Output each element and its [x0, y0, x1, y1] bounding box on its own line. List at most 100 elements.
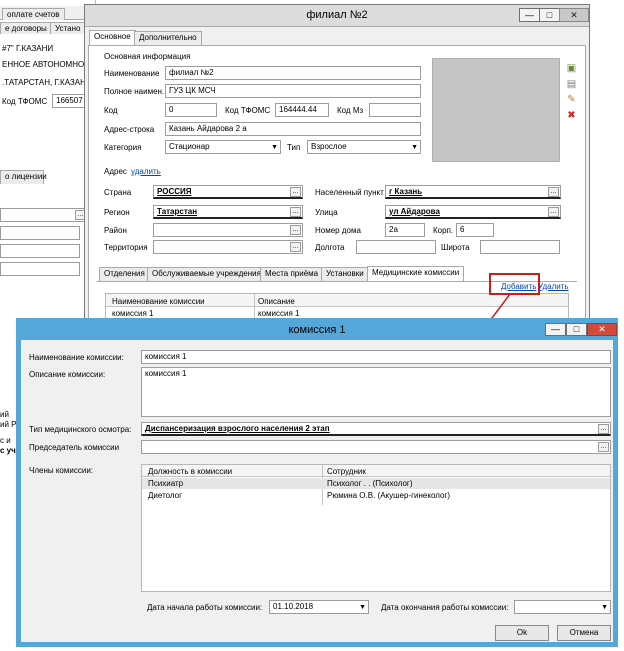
street-field[interactable]: ул Айдарова… [385, 205, 561, 219]
latitude-label: Широта [441, 243, 470, 252]
photo-delete-icon[interactable]: ✖ [566, 110, 577, 121]
longitude-field[interactable] [356, 240, 436, 254]
delete-commission-link[interactable]: Удалить [538, 282, 569, 291]
name-label: Наименование [104, 69, 160, 78]
exam-type-field[interactable]: Диспансеризация взрослого населения 2 эт… [141, 422, 611, 436]
ellipsis-icon[interactable]: … [290, 207, 301, 217]
ellipsis-icon[interactable]: … [290, 187, 301, 197]
chair-field[interactable]: … [141, 440, 611, 454]
ok-button[interactable]: Ok [495, 625, 549, 641]
maximize-button[interactable]: □ [566, 323, 587, 336]
grid-col-name[interactable]: Наименование комиссии [112, 297, 205, 306]
code-field[interactable]: 0 [165, 103, 217, 117]
district-label: Район [104, 226, 127, 235]
bg-field-3[interactable] [0, 244, 80, 258]
photo-save-icon[interactable]: ▤ [566, 79, 577, 90]
bg-field-1[interactable]: … [0, 208, 88, 222]
members-col-employee[interactable]: Сотрудник [327, 467, 366, 476]
bg-license-tab[interactable]: о лицензии [0, 170, 47, 184]
latitude-field[interactable] [480, 240, 560, 254]
chevron-down-icon: ▼ [271, 144, 278, 151]
table-row[interactable]: Диетолог Рюмина О.В. (Акушер-гинеколог) [142, 490, 610, 501]
bg-tab-contracts[interactable]: е договоры [0, 22, 52, 34]
country-label: Страна [104, 188, 132, 197]
street-label: Улица [315, 208, 338, 217]
bg-fragment-2: ий Р [0, 420, 17, 429]
commission-name-field[interactable]: комиссия 1 [141, 350, 611, 364]
tfoms-label: Код ТФОМС [225, 106, 271, 115]
branch-titlebar[interactable]: филиал №2 — □ ✕ [85, 5, 589, 27]
bg-tab-payments[interactable]: оплате счетов [2, 8, 65, 20]
end-date-field[interactable]: ▼ [514, 600, 611, 614]
house-field[interactable]: 2а [385, 223, 425, 237]
cancel-button[interactable]: Отмена [557, 625, 611, 641]
dialog-titlebar[interactable]: комиссия 1 — □ ✕ [21, 323, 617, 340]
ellipsis-icon[interactable]: … [548, 207, 559, 217]
korp-label: Корп. [433, 226, 454, 235]
fullname-field[interactable]: ГУЗ ЦК МСЧ [165, 84, 421, 98]
ellipsis-icon[interactable]: … [598, 442, 609, 452]
start-date-field[interactable]: 01.10.2018 ▼ [269, 600, 369, 614]
commission-desc-field[interactable]: комиссия 1 [141, 367, 611, 417]
ellipsis-icon[interactable]: … [290, 242, 301, 252]
tab-main[interactable]: Основное [89, 30, 136, 45]
start-date-label: Дата начала работы комиссии: [147, 603, 263, 612]
subtab-served-institutions[interactable]: Обслуживаемые учреждения [147, 267, 266, 281]
category-select[interactable]: Стационар ▼ [165, 140, 281, 154]
address-delete-link[interactable]: удалить [131, 167, 161, 176]
address-label: Адрес [104, 167, 127, 176]
calendar-dropdown-icon[interactable]: ▼ [601, 604, 608, 611]
korp-field[interactable]: 6 [456, 223, 494, 237]
bg-field-2[interactable] [0, 226, 80, 240]
ellipsis-icon[interactable]: … [290, 225, 301, 235]
tfoms-field[interactable]: 164444.44 [275, 103, 329, 117]
mz-field[interactable] [369, 103, 421, 117]
name-field[interactable]: филиал №2 [165, 66, 421, 80]
subtab-installations[interactable]: Установки [321, 267, 369, 281]
close-button[interactable]: ✕ [559, 8, 589, 22]
members-label: Члены комиссии: [29, 466, 94, 475]
photo-box[interactable] [432, 58, 560, 162]
photo-edit-icon[interactable]: ✎ [566, 94, 577, 105]
close-button[interactable]: ✕ [587, 323, 617, 336]
bg-line-3: .ТАТАРСТАН, Г.КАЗАН [2, 78, 86, 87]
calendar-dropdown-icon[interactable]: ▼ [359, 604, 366, 611]
branch-title: филиал №2 [306, 9, 368, 21]
commission-name-label: Наименование комиссии: [29, 353, 124, 362]
address-line-field[interactable]: Казань Айдарова 2 а [165, 122, 421, 136]
district-field[interactable]: … [153, 223, 303, 237]
territory-field[interactable]: … [153, 240, 303, 254]
members-col-position[interactable]: Должность в комиссии [148, 467, 232, 476]
minimize-button[interactable]: — [545, 323, 566, 336]
maximize-button[interactable]: □ [539, 8, 560, 22]
locality-field[interactable]: г Казань… [385, 185, 561, 199]
subtab-medical-commissions[interactable]: Медицинские комиссии [367, 266, 465, 281]
type-label: Тип [287, 143, 301, 152]
table-row[interactable]: Психиатр Психолог . . (Психолог) [142, 478, 610, 489]
dialog-title: комиссия 1 [288, 324, 346, 336]
code-label: Код [104, 106, 118, 115]
subtab-reception-places[interactable]: Места приёма [260, 267, 324, 281]
type-select[interactable]: Взрослое ▼ [307, 140, 421, 154]
photo-add-icon[interactable]: ▣ [566, 63, 577, 74]
minimize-button[interactable]: — [519, 8, 540, 22]
commission-dialog: комиссия 1 — □ ✕ Наименование комиссии: … [16, 318, 618, 647]
country-field[interactable]: РОССИЯ… [153, 185, 303, 199]
subtab-departments[interactable]: Отделения [99, 267, 150, 281]
tab-extra[interactable]: Дополнительно [134, 31, 202, 45]
bg-field-4[interactable] [0, 262, 80, 276]
fullname-label: Полное наимен. [104, 87, 165, 96]
grid-col-desc[interactable]: Описание [258, 297, 295, 306]
bg-fragment-1: ий [0, 410, 9, 419]
ellipsis-icon[interactable]: … [548, 187, 559, 197]
bg-line-1: #7" Г.КАЗАНИ [2, 44, 54, 53]
end-date-label: Дата окончания работы комиссии: [381, 603, 509, 612]
bg-fragment-3: с и [0, 436, 11, 445]
chair-label: Председатель комиссии [29, 443, 120, 452]
bg-tab-settings[interactable]: Устано [50, 22, 86, 34]
ellipsis-icon[interactable]: … [598, 424, 609, 434]
address-line-label: Адрес-строка [104, 125, 155, 134]
locality-label: Населенный пункт [315, 188, 384, 197]
background-window: оплате счетов е договоры Устано #7" Г.КА… [0, 0, 96, 455]
region-field[interactable]: Татарстан… [153, 205, 303, 219]
